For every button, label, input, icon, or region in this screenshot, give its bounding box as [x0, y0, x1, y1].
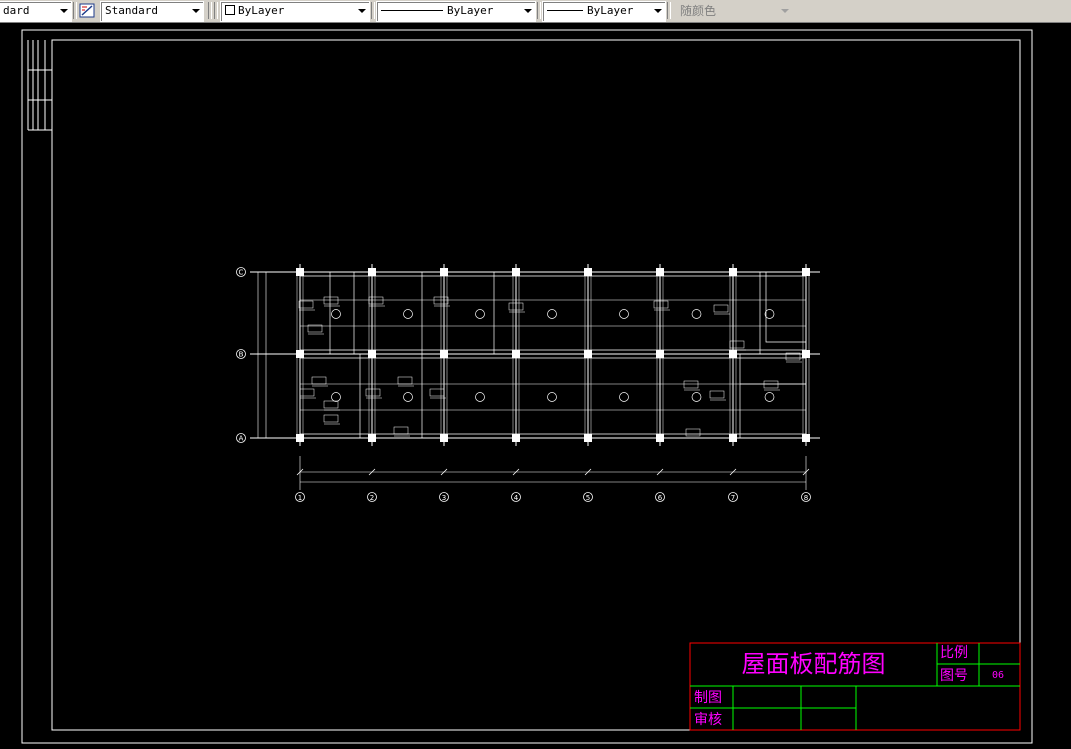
drawing-title: 屋面板配筋图 — [741, 650, 886, 678]
slab-mark — [619, 309, 629, 319]
grid-row-label: C — [239, 269, 244, 277]
column — [584, 434, 592, 442]
column — [440, 434, 448, 442]
rebar-annotation — [323, 296, 339, 305]
grid-col-label: 3 — [442, 494, 446, 502]
grid-col-label: 4 — [514, 494, 519, 502]
sheet-inner-border — [51, 39, 1021, 731]
grid-col-label: 5 — [586, 494, 590, 502]
grid-row-label: A — [239, 435, 244, 443]
slab-mark — [331, 392, 341, 402]
slab-mark — [403, 392, 413, 402]
slab-mark — [475, 392, 485, 402]
column — [440, 268, 448, 276]
column — [296, 268, 304, 276]
rebar-annotation — [685, 428, 701, 437]
column — [296, 350, 304, 358]
slab-mark — [691, 309, 702, 319]
checked-by-label: 审核 — [694, 712, 722, 728]
slab-mark — [764, 392, 775, 402]
column — [368, 268, 376, 276]
column — [512, 434, 520, 442]
column — [368, 434, 376, 442]
column — [512, 268, 520, 276]
column — [729, 268, 737, 276]
grid-col-label: 7 — [731, 494, 735, 502]
rebar-annotation — [713, 304, 729, 313]
rebar-annotation — [365, 388, 381, 397]
rebar-annotation — [729, 340, 745, 349]
rebar-annotation — [311, 376, 327, 385]
rebar-annotation — [393, 426, 409, 435]
rebar-annotation — [429, 388, 445, 397]
rebar-annotation — [368, 296, 384, 305]
sheet-outer-border — [21, 29, 1033, 744]
slab-mark — [403, 309, 413, 319]
rebar-annotation — [323, 414, 339, 423]
rebar-annotation — [298, 300, 314, 309]
drawing-canvas[interactable]: 1 2 3 4 5 6 7 8 C B A — [0, 0, 1071, 749]
rebar-annotation — [397, 376, 413, 385]
rebar-annotation — [299, 388, 315, 397]
column — [512, 350, 520, 358]
floor-plan — [250, 264, 820, 490]
column — [802, 350, 810, 358]
slab-mark — [619, 392, 629, 402]
binding-strip — [27, 40, 52, 131]
rebar-annotation — [709, 390, 725, 399]
slab-mark — [691, 392, 702, 402]
slab-mark — [547, 309, 557, 319]
column — [802, 434, 810, 442]
rebar-annotation — [323, 400, 339, 409]
slab-mark — [547, 392, 557, 402]
grid-col-label: 6 — [658, 494, 663, 502]
column — [368, 350, 376, 358]
column — [729, 350, 737, 358]
scale-label: 比例 — [940, 645, 968, 661]
grid-row-label: B — [239, 351, 244, 359]
slab-mark — [331, 309, 341, 319]
column — [296, 434, 304, 442]
grid-bubbles: 1 2 3 4 5 6 7 8 C B A — [236, 267, 811, 502]
grid-col-label: 1 — [298, 494, 302, 502]
column — [584, 350, 592, 358]
drawn-by-label: 制图 — [694, 690, 722, 706]
drawing-number-value: 06 — [992, 670, 1005, 681]
rebar-annotation — [763, 380, 779, 389]
column — [440, 350, 448, 358]
column — [584, 268, 592, 276]
column — [656, 434, 664, 442]
column — [802, 268, 810, 276]
column — [656, 268, 664, 276]
column — [656, 350, 664, 358]
rebar-annotation — [683, 380, 699, 389]
grid-col-label: 8 — [804, 494, 808, 502]
rebar-annotation — [653, 300, 669, 309]
drawing-number-label: 图号 — [940, 668, 968, 684]
grid-col-label: 2 — [370, 494, 374, 502]
column — [729, 434, 737, 442]
slab-mark — [475, 309, 485, 319]
